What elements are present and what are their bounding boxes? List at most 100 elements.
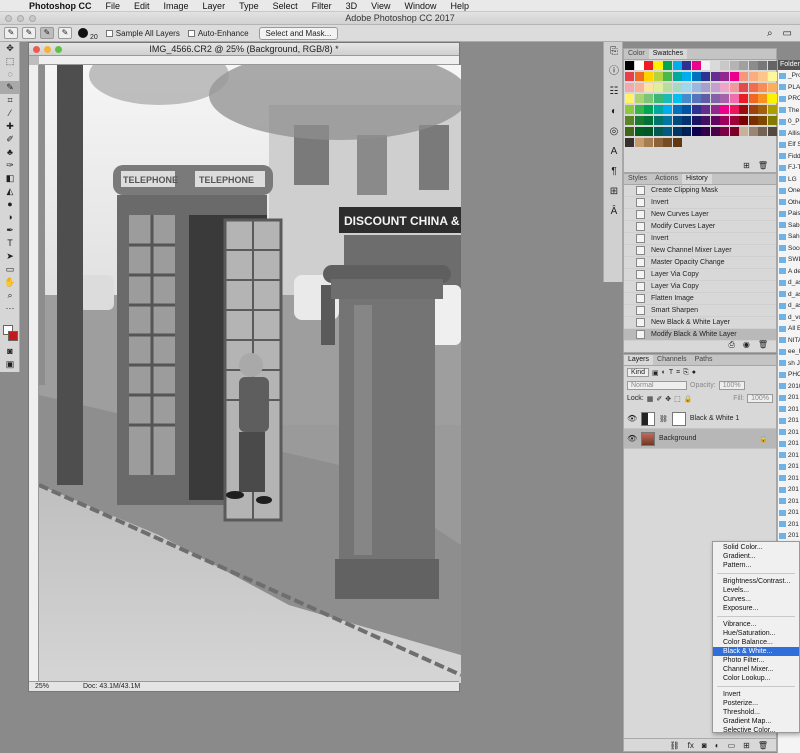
swatch-cell[interactable] (691, 72, 701, 81)
folder-item[interactable]: Fiddle (778, 151, 800, 163)
character-panel-icon[interactable]: A (605, 145, 623, 159)
tab-styles[interactable]: Styles (624, 174, 651, 184)
swatch-cell[interactable] (710, 61, 720, 70)
folder-item[interactable]: LG (778, 174, 800, 186)
chain-icon[interactable]: ⛓ (659, 415, 668, 423)
folder-item[interactable]: 201 (778, 415, 800, 427)
swatch-cell[interactable] (625, 138, 634, 147)
history-item[interactable]: New Black & White Layer (624, 317, 776, 329)
brush-panel-icon[interactable]: ◎ (605, 125, 623, 139)
swatch-cell[interactable] (767, 72, 777, 81)
folder-item[interactable]: One L (778, 185, 800, 197)
swatch-cell[interactable] (672, 94, 682, 103)
lasso-tool-icon[interactable]: ◌ (0, 68, 20, 81)
eyedropper-tool-icon[interactable]: ⁄ (0, 107, 20, 120)
swatch-cell[interactable] (625, 83, 634, 92)
folder-item[interactable]: 201 (778, 530, 800, 542)
folder-item[interactable]: ee_here (778, 346, 800, 358)
folder-item[interactable]: d_astory (778, 289, 800, 301)
swatch-cell[interactable] (701, 105, 710, 114)
swatch-cell[interactable] (663, 116, 672, 125)
folder-item[interactable]: Other (778, 197, 800, 209)
blend-mode-select[interactable]: Normal (627, 381, 687, 390)
adjustment-menu-item[interactable]: Levels... (713, 586, 799, 595)
swatch-cell[interactable] (682, 61, 691, 70)
history-item[interactable]: Master Opacity Change (624, 257, 776, 269)
folder-item[interactable]: A design (778, 266, 800, 278)
eraser-tool-icon[interactable]: ◧ (0, 172, 20, 185)
swatch-cell[interactable] (634, 72, 644, 81)
swatch-cell[interactable] (701, 94, 710, 103)
folder-item[interactable]: Sabrin (778, 220, 800, 232)
swatch-cell[interactable] (710, 72, 720, 81)
paint-bucket-tool-icon[interactable]: ◭ (0, 185, 20, 198)
swatch-cell[interactable] (739, 83, 748, 92)
delete-layer-icon[interactable]: 🗑 (758, 741, 768, 750)
folder-item[interactable]: d_astor (778, 300, 800, 312)
swatch-cell[interactable] (729, 127, 739, 136)
folder-item[interactable]: SWL (778, 254, 800, 266)
select-and-mask-button[interactable]: Select and Mask... (258, 26, 339, 40)
zoom-level[interactable]: 25% (29, 683, 69, 690)
swatch-cell[interactable] (672, 138, 682, 147)
history-item[interactable]: Flatten Image (624, 293, 776, 305)
history-item[interactable]: Invert (624, 233, 776, 245)
properties-panel-icon[interactable]: ☷ (605, 85, 623, 99)
lock-transparency-icon[interactable]: ▦ (647, 395, 654, 403)
filter-pixel-icon[interactable]: ▣ (652, 369, 659, 377)
folder-item[interactable]: Paisle (778, 208, 800, 220)
history-brush-tool-icon[interactable]: ✑ (0, 159, 20, 172)
adjustment-menu-item[interactable]: Solid Color... (713, 543, 799, 552)
folder-item[interactable]: FJ-TN (778, 162, 800, 174)
sample-all-layers-checkbox[interactable]: Sample All Layers (105, 29, 180, 38)
type-tool-icon[interactable]: T (0, 237, 20, 250)
swatch-cell[interactable] (634, 138, 644, 147)
adjustment-menu-item[interactable]: Color Balance... (713, 638, 799, 647)
swatch-cell[interactable] (767, 127, 777, 136)
layer-style-icon[interactable]: fx (688, 741, 694, 750)
path-selection-tool-icon[interactable]: ➤ (0, 250, 20, 263)
tab-color[interactable]: Color (624, 49, 649, 59)
swatch-cell[interactable] (758, 94, 767, 103)
history-item[interactable]: Smart Sharpen (624, 305, 776, 317)
quick-selection-tool-icon[interactable]: ✎ (0, 81, 20, 94)
swatch-cell[interactable] (644, 138, 653, 147)
swatch-cell[interactable] (701, 83, 710, 92)
add-mask-icon[interactable]: ◙ (702, 741, 707, 750)
swatch-cell[interactable] (710, 83, 720, 92)
subtract-selection-button[interactable]: ✎ (58, 27, 72, 39)
layer-filter-select[interactable]: Kind (627, 368, 650, 377)
folder-item[interactable]: 201 (778, 507, 800, 519)
swatch-cell[interactable] (748, 61, 758, 70)
swatch-cell[interactable] (663, 105, 672, 114)
swatch-cell[interactable] (720, 94, 729, 103)
swatch-cell[interactable] (758, 116, 767, 125)
menu-layer[interactable]: Layer (196, 1, 233, 11)
swatch-cell[interactable] (653, 116, 663, 125)
swatch-cell[interactable] (672, 116, 682, 125)
folder-item[interactable]: 201 (778, 438, 800, 450)
pen-tool-icon[interactable]: ✒ (0, 224, 20, 237)
link-layers-icon[interactable]: ⛓ (670, 741, 680, 750)
swatch-cell[interactable] (767, 83, 777, 92)
folder-item[interactable]: 201 (778, 392, 800, 404)
swatch-cell[interactable] (691, 94, 701, 103)
swatch-cell[interactable] (663, 61, 672, 70)
add-to-selection-button[interactable]: ✎ (40, 27, 54, 39)
folder-item[interactable]: d_voyag (778, 312, 800, 324)
swatch-cell[interactable] (758, 127, 767, 136)
folder-item[interactable]: PROJECTS (778, 93, 800, 105)
swatch-cell[interactable] (644, 94, 653, 103)
folder-item[interactable]: d_astor (778, 277, 800, 289)
swatch-cell[interactable] (672, 72, 682, 81)
search-icon[interactable]: ⌕ (767, 28, 773, 39)
swatch-cell[interactable] (748, 105, 758, 114)
folder-item[interactable]: sh Jobli (778, 358, 800, 370)
swatch-cell[interactable] (767, 116, 777, 125)
folder-item[interactable]: 201 (778, 404, 800, 416)
adjustment-menu-item[interactable]: Exposure... (713, 604, 799, 613)
info-panel-icon[interactable]: ⓘ (605, 65, 623, 79)
history-item[interactable]: New Curves Layer (624, 209, 776, 221)
swatch-cell[interactable] (739, 94, 748, 103)
swatch-cell[interactable] (644, 127, 653, 136)
